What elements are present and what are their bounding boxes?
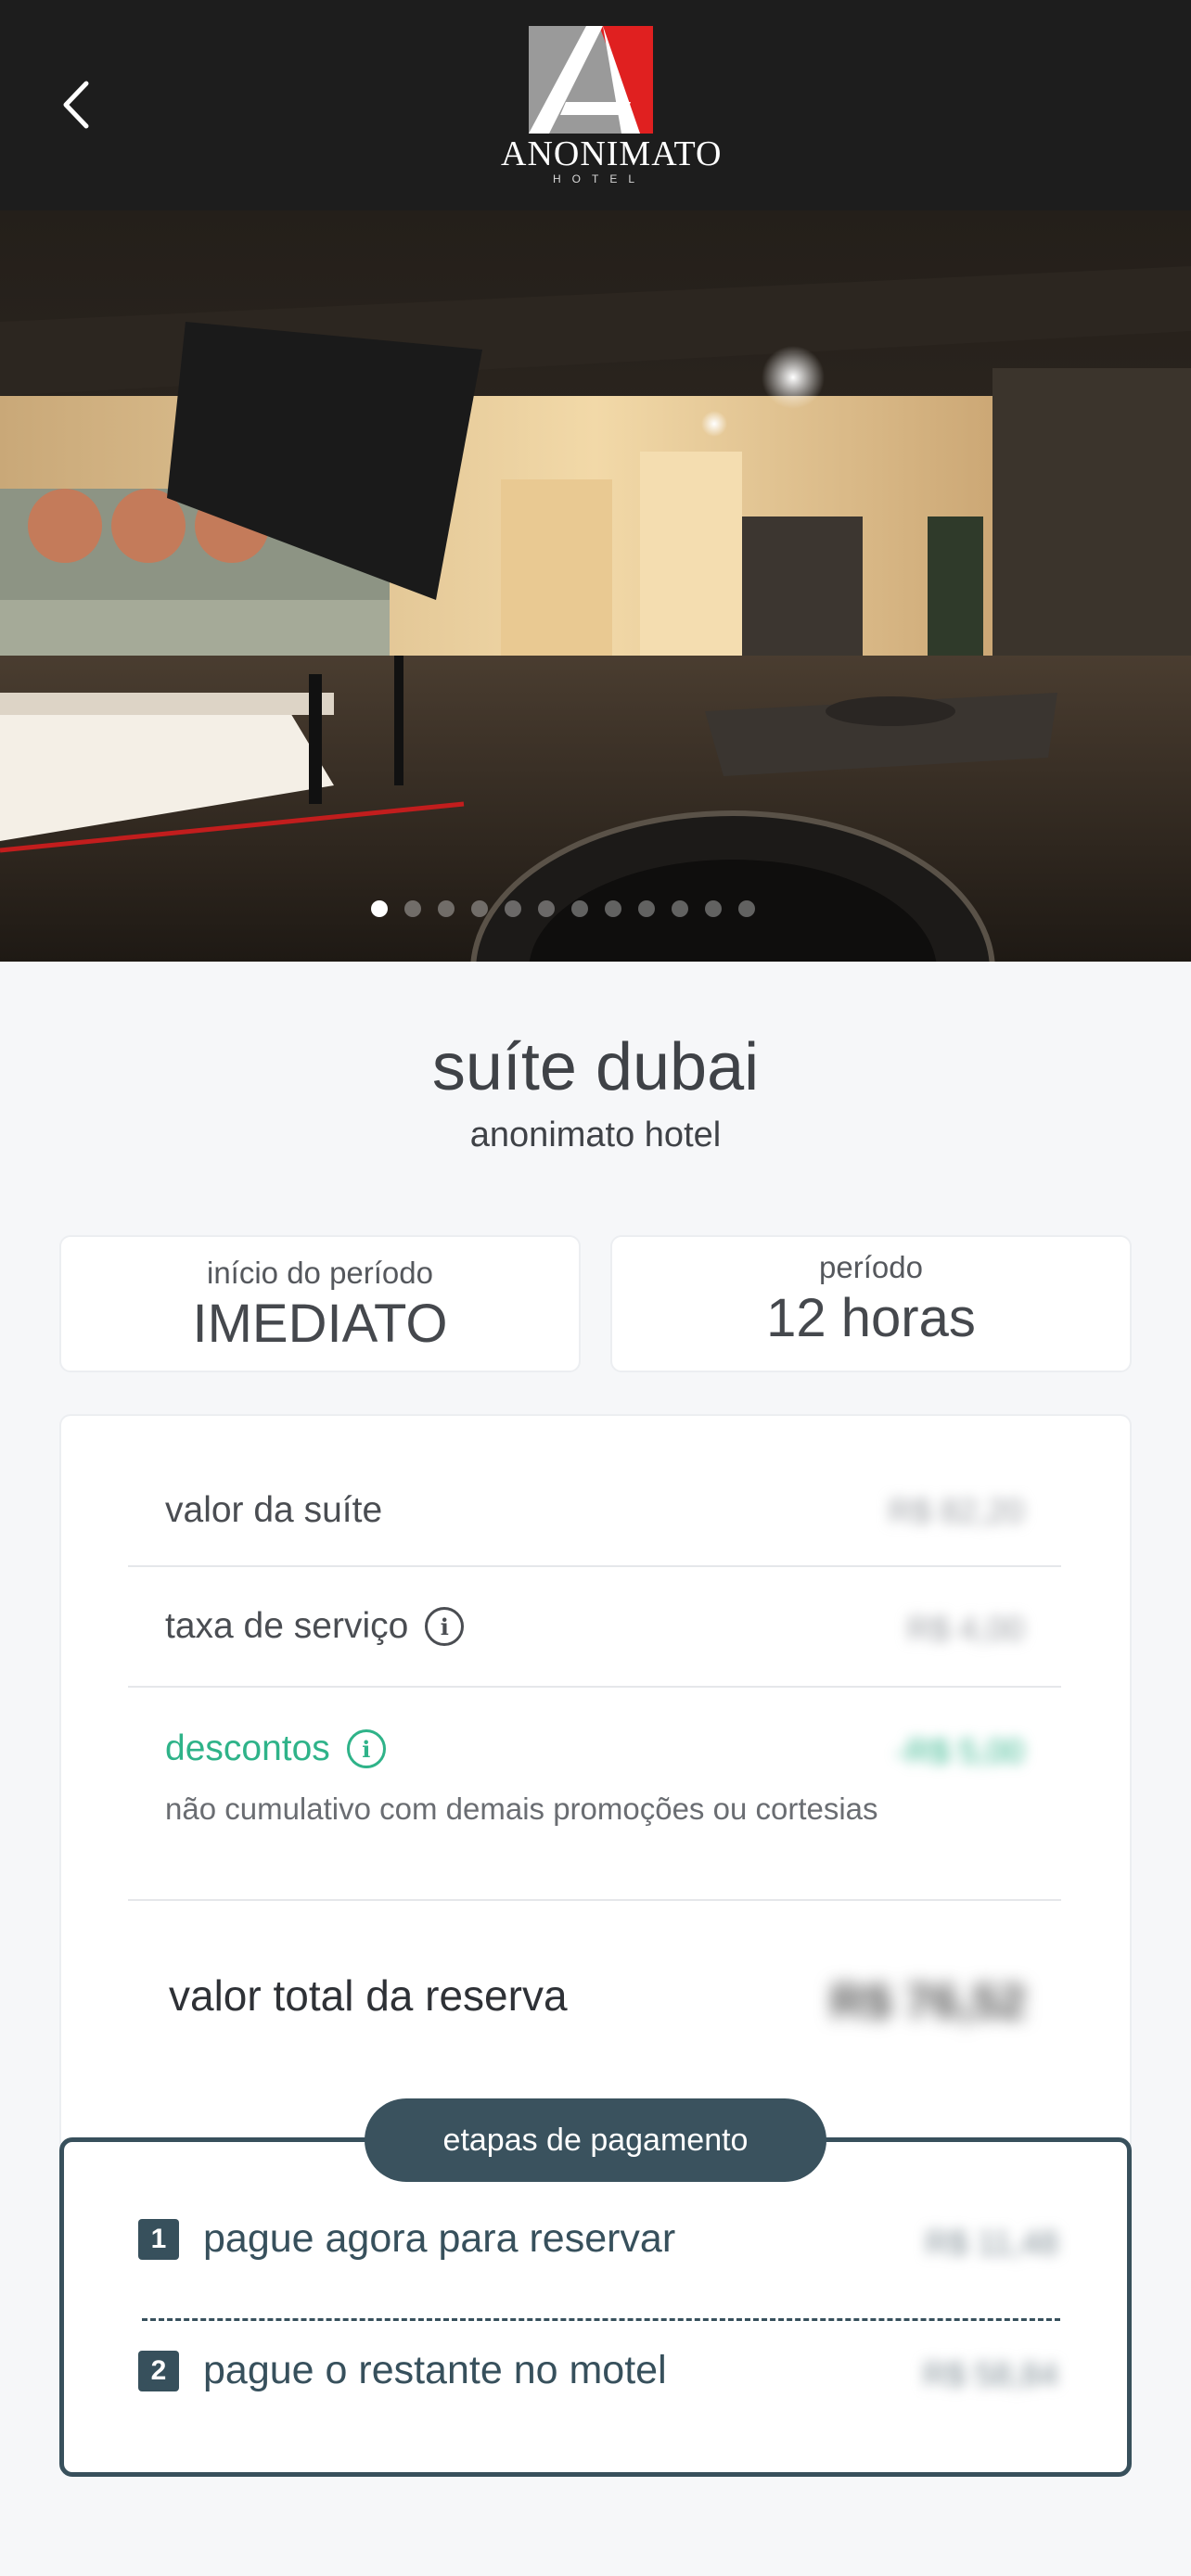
- logo-mark: [529, 26, 653, 134]
- discount-label: descontos i: [165, 1728, 386, 1769]
- carousel-dot[interactable]: [672, 900, 688, 917]
- suite-price-label-text: valor da suíte: [165, 1490, 383, 1530]
- service-fee-label: taxa de serviço i: [165, 1606, 465, 1647]
- discount-note: não cumulativo com demais promoções ou c…: [165, 1792, 878, 1826]
- carousel-dot[interactable]: [471, 900, 488, 917]
- carousel-dot[interactable]: [738, 900, 755, 917]
- discount-info-icon[interactable]: i: [346, 1729, 386, 1768]
- steps-divider: [142, 2318, 1060, 2321]
- payment-steps-title: etapas de pagamento: [365, 2098, 826, 2182]
- logo-subtitle: HOTEL: [552, 172, 646, 185]
- suite-price-value: R$ 82,20: [888, 1492, 1024, 1530]
- period-start-value: IMEDIATO: [192, 1294, 448, 1354]
- service-fee-row: taxa de serviço i R$ 4,00: [128, 1567, 1061, 1688]
- payment-step-1: 1 pague agora para reservar: [138, 2216, 675, 2262]
- carousel-dot[interactable]: [438, 900, 455, 917]
- period-start-label: início do período: [206, 1256, 433, 1290]
- payment-step-2: 2 pague o restante no motel: [138, 2348, 667, 2393]
- period-duration-label: período: [819, 1250, 923, 1284]
- carousel-dot[interactable]: [404, 900, 421, 917]
- total-value: R$ 76,52: [829, 1975, 1026, 2029]
- discount-label-text: descontos: [165, 1728, 330, 1768]
- period-duration-box: período 12 horas: [610, 1235, 1132, 1372]
- app-header: ANONIMATO HOTEL: [0, 0, 1191, 210]
- suite-price-label: valor da suíte: [165, 1490, 382, 1531]
- hotel-name: anonimato hotel: [469, 1116, 722, 1154]
- service-fee-value: R$ 4,00: [906, 1610, 1024, 1648]
- price-summary-card: valor da suíte R$ 82,20 taxa de serviço …: [59, 1414, 1132, 2147]
- step-1-badge: 1: [138, 2218, 179, 2260]
- period-start-box: início do período IMEDIATO: [59, 1235, 581, 1372]
- discount-value: -R$ 5,00: [895, 1732, 1024, 1770]
- suite-photo: [0, 210, 1191, 962]
- carousel-dot[interactable]: [538, 900, 555, 917]
- carousel-dot[interactable]: [371, 900, 388, 917]
- carousel-dot[interactable]: [605, 900, 621, 917]
- info-icon[interactable]: i: [425, 1607, 465, 1646]
- hotel-logo: ANONIMATO HOTEL: [501, 26, 723, 185]
- step-2-label: pague o restante no motel: [203, 2348, 667, 2392]
- step-2-value: R$ 58,84: [922, 2355, 1058, 2393]
- carousel-dot[interactable]: [571, 900, 588, 917]
- back-button[interactable]: [48, 72, 104, 137]
- carousel-dot[interactable]: [505, 900, 521, 917]
- suite-price-row: valor da suíte R$ 82,20: [128, 1416, 1061, 1567]
- logo-wordmark: ANONIMATO: [501, 134, 723, 173]
- total-label: valor total da reserva: [169, 1971, 568, 2020]
- step-1-value: R$ 11,48: [925, 2224, 1058, 2262]
- carousel-dot[interactable]: [638, 900, 655, 917]
- step-2-badge: 2: [138, 2350, 179, 2391]
- step-1-label: pague agora para reservar: [203, 2216, 676, 2261]
- chevron-left-icon: [63, 81, 89, 129]
- period-duration-value: 12 horas: [766, 1288, 976, 1348]
- carousel-dots: [0, 900, 1191, 917]
- suite-photo-carousel[interactable]: [0, 210, 1191, 962]
- payment-steps-box: 1 pague agora para reservar R$ 11,48 2 p…: [59, 2137, 1132, 2477]
- service-fee-label-text: taxa de serviço: [165, 1606, 409, 1646]
- carousel-dot[interactable]: [705, 900, 722, 917]
- suite-title: suíte dubai: [431, 1030, 760, 1104]
